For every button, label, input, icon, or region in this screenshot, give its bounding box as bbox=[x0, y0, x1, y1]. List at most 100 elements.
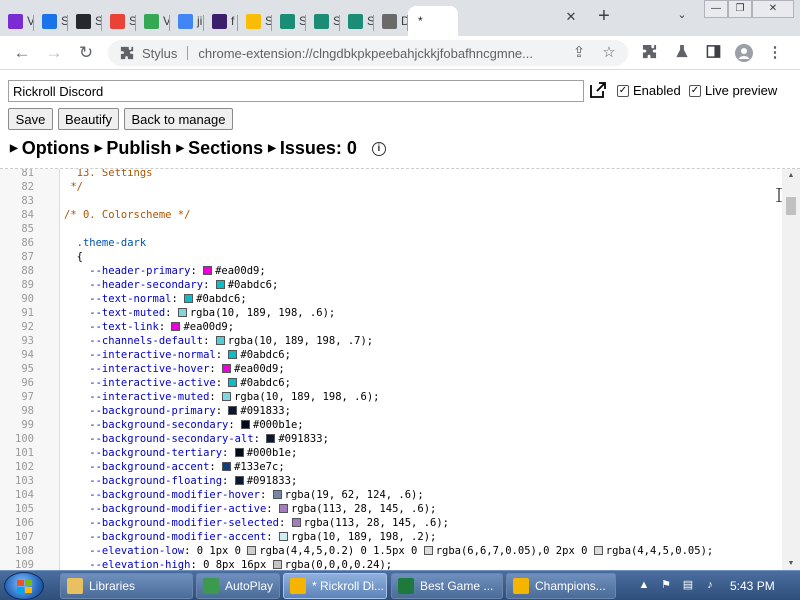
scroll-down-arrow-icon[interactable]: ▼ bbox=[786, 560, 796, 567]
code-line[interactable]: 84 /* 0. Colorscheme */ bbox=[0, 208, 782, 222]
address-bar[interactable]: Stylus chrome-extension://clngdbkpkpeeba… bbox=[108, 40, 628, 66]
code-line[interactable]: 106 --background-modifier-selected: rgba… bbox=[0, 516, 782, 530]
start-button[interactable] bbox=[4, 572, 44, 600]
color-swatch[interactable] bbox=[215, 280, 225, 289]
code-line[interactable]: 107 --background-modifier-accent: rgba(1… bbox=[0, 530, 782, 544]
style-name-input[interactable] bbox=[8, 80, 584, 102]
code-line[interactable]: 101 --background-tertiary: #000b1e; bbox=[0, 446, 782, 460]
code-line[interactable]: 105 --background-modifier-active: rgba(1… bbox=[0, 502, 782, 516]
code-line[interactable]: 93 --channels-default: rgba(10, 189, 198… bbox=[0, 334, 782, 348]
code-line[interactable]: 102 --background-accent: #133e7c; bbox=[0, 460, 782, 474]
sections-toggle[interactable]: ▶ Sections bbox=[176, 138, 263, 159]
code-line[interactable]: 98 --background-primary: #091833; bbox=[0, 404, 782, 418]
editor-scrollbar[interactable]: ▲ ▼ bbox=[782, 169, 800, 570]
code-line[interactable]: 91 --text-muted: rgba(10, 189, 198, .6); bbox=[0, 306, 782, 320]
scrollbar-thumb[interactable] bbox=[786, 197, 796, 215]
browser-tab[interactable]: V bbox=[0, 6, 34, 36]
code-line[interactable]: 96 --interactive-active: #0abdc6; bbox=[0, 376, 782, 390]
action-center-flag-icon[interactable]: ⚑ bbox=[658, 577, 674, 593]
volume-icon[interactable]: ♪ bbox=[702, 577, 718, 593]
forward-arrow-icon[interactable]: → bbox=[44, 43, 64, 63]
profile-avatar[interactable] bbox=[735, 44, 753, 62]
color-swatch[interactable] bbox=[423, 546, 433, 555]
color-swatch[interactable] bbox=[222, 364, 232, 373]
close-window-button[interactable]: ✕ bbox=[752, 0, 794, 18]
code-line[interactable]: 108 --elevation-low: 0 1px 0 rgba(4,4,5,… bbox=[0, 544, 782, 558]
save-button[interactable]: Save bbox=[8, 108, 53, 130]
code-line[interactable]: 95 --interactive-hover: #ea00d9; bbox=[0, 362, 782, 376]
beautify-button[interactable]: Beautify bbox=[58, 108, 119, 130]
tab-search-chevron-icon[interactable]: ⌄ bbox=[674, 8, 690, 24]
color-swatch[interactable] bbox=[234, 476, 244, 485]
color-swatch[interactable] bbox=[593, 546, 603, 555]
browser-tab[interactable]: ji bbox=[170, 6, 204, 36]
color-swatch[interactable] bbox=[177, 308, 187, 317]
restore-window-button[interactable]: ❐ bbox=[728, 0, 752, 18]
external-link-icon[interactable] bbox=[589, 81, 607, 99]
side-panel-icon[interactable] bbox=[704, 44, 722, 62]
enabled-checkbox[interactable]: ✓ Enabled bbox=[617, 83, 681, 98]
clock[interactable]: 5:43 PM bbox=[730, 579, 775, 593]
network-icon[interactable]: ▤ bbox=[680, 577, 696, 593]
code-line[interactable]: 87 { bbox=[0, 250, 782, 264]
taskbar-item[interactable]: * Rickroll Di... bbox=[283, 573, 387, 599]
browser-tab[interactable]: S bbox=[272, 6, 306, 36]
color-swatch[interactable] bbox=[278, 504, 288, 513]
menu-kebab-icon[interactable]: ⋮ bbox=[766, 44, 784, 62]
browser-tab[interactable]: S bbox=[238, 6, 272, 36]
back-arrow-icon[interactable]: ← bbox=[12, 43, 32, 63]
color-swatch[interactable] bbox=[272, 560, 282, 569]
code-line[interactable]: 99 --background-secondary: #000b1e; bbox=[0, 418, 782, 432]
scroll-up-arrow-icon[interactable]: ▲ bbox=[786, 172, 796, 179]
color-swatch[interactable] bbox=[272, 490, 282, 499]
code-line[interactable]: 86 .theme-dark bbox=[0, 236, 782, 250]
code-editor[interactable]: 81 13. Settings 82 */83 84/* 0. Colorschem… bbox=[0, 168, 800, 570]
code-line[interactable]: 94 --interactive-normal: #0abdc6; bbox=[0, 348, 782, 362]
options-toggle[interactable]: ▶ Options bbox=[10, 138, 90, 159]
code-line[interactable]: 104 --background-modifier-hover: rgba(19… bbox=[0, 488, 782, 502]
reload-icon[interactable]: ↻ bbox=[76, 43, 96, 63]
color-swatch[interactable] bbox=[228, 406, 238, 415]
color-swatch[interactable] bbox=[228, 350, 238, 359]
browser-tab[interactable]: S bbox=[34, 6, 68, 36]
code-line[interactable]: 88 --header-primary: #ea00d9; bbox=[0, 264, 782, 278]
color-swatch[interactable] bbox=[203, 266, 213, 275]
publish-toggle[interactable]: ▶ Publish bbox=[95, 138, 172, 159]
color-swatch[interactable] bbox=[278, 532, 288, 541]
color-swatch[interactable] bbox=[266, 434, 276, 443]
active-browser-tab[interactable]: * bbox=[408, 6, 458, 36]
browser-tab[interactable]: f bbox=[204, 6, 238, 36]
new-tab-button[interactable]: + bbox=[594, 6, 614, 26]
code-line[interactable]: 90 --text-normal: #0abdc6; bbox=[0, 292, 782, 306]
browser-tab[interactable]: V bbox=[136, 6, 170, 36]
color-swatch[interactable] bbox=[291, 518, 301, 527]
flask-icon[interactable] bbox=[673, 44, 691, 62]
browser-tab[interactable]: S bbox=[68, 6, 102, 36]
live-preview-checkbox[interactable]: ✓ Live preview bbox=[689, 83, 777, 98]
share-icon[interactable]: ⇪ bbox=[570, 44, 588, 62]
color-swatch[interactable] bbox=[234, 448, 244, 457]
taskbar-item[interactable]: Champions... bbox=[506, 573, 616, 599]
code-line[interactable]: 100 --background-secondary-alt: #091833; bbox=[0, 432, 782, 446]
info-icon[interactable]: i bbox=[371, 141, 386, 156]
color-swatch[interactable] bbox=[247, 546, 257, 555]
code-line[interactable]: 81 13. Settings bbox=[0, 169, 782, 180]
extensions-icon[interactable] bbox=[640, 44, 658, 62]
color-swatch[interactable] bbox=[215, 336, 225, 345]
show-hidden-icons-icon[interactable]: ▲ bbox=[636, 577, 652, 593]
code-line[interactable]: 109 --elevation-high: 0 8px 16px rgba(0,… bbox=[0, 558, 782, 570]
back-to-manage-button[interactable]: Back to manage bbox=[124, 108, 233, 130]
taskbar-item[interactable]: AutoPlay bbox=[196, 573, 280, 599]
browser-tab[interactable]: D bbox=[374, 6, 408, 36]
code-line[interactable]: 82 */ bbox=[0, 180, 782, 194]
browser-tab[interactable]: S bbox=[306, 6, 340, 36]
color-swatch[interactable] bbox=[184, 294, 194, 303]
color-swatch[interactable] bbox=[222, 462, 232, 471]
code-line[interactable]: 97 --interactive-muted: rgba(10, 189, 19… bbox=[0, 390, 782, 404]
color-swatch[interactable] bbox=[222, 392, 232, 401]
taskbar-item[interactable]: Best Game ... bbox=[391, 573, 503, 599]
code-line[interactable]: 103 --background-floating: #091833; bbox=[0, 474, 782, 488]
code-line[interactable]: 83 bbox=[0, 194, 782, 208]
close-tab-icon[interactable]: ✕ bbox=[563, 9, 579, 25]
code-line[interactable]: 85 bbox=[0, 222, 782, 236]
